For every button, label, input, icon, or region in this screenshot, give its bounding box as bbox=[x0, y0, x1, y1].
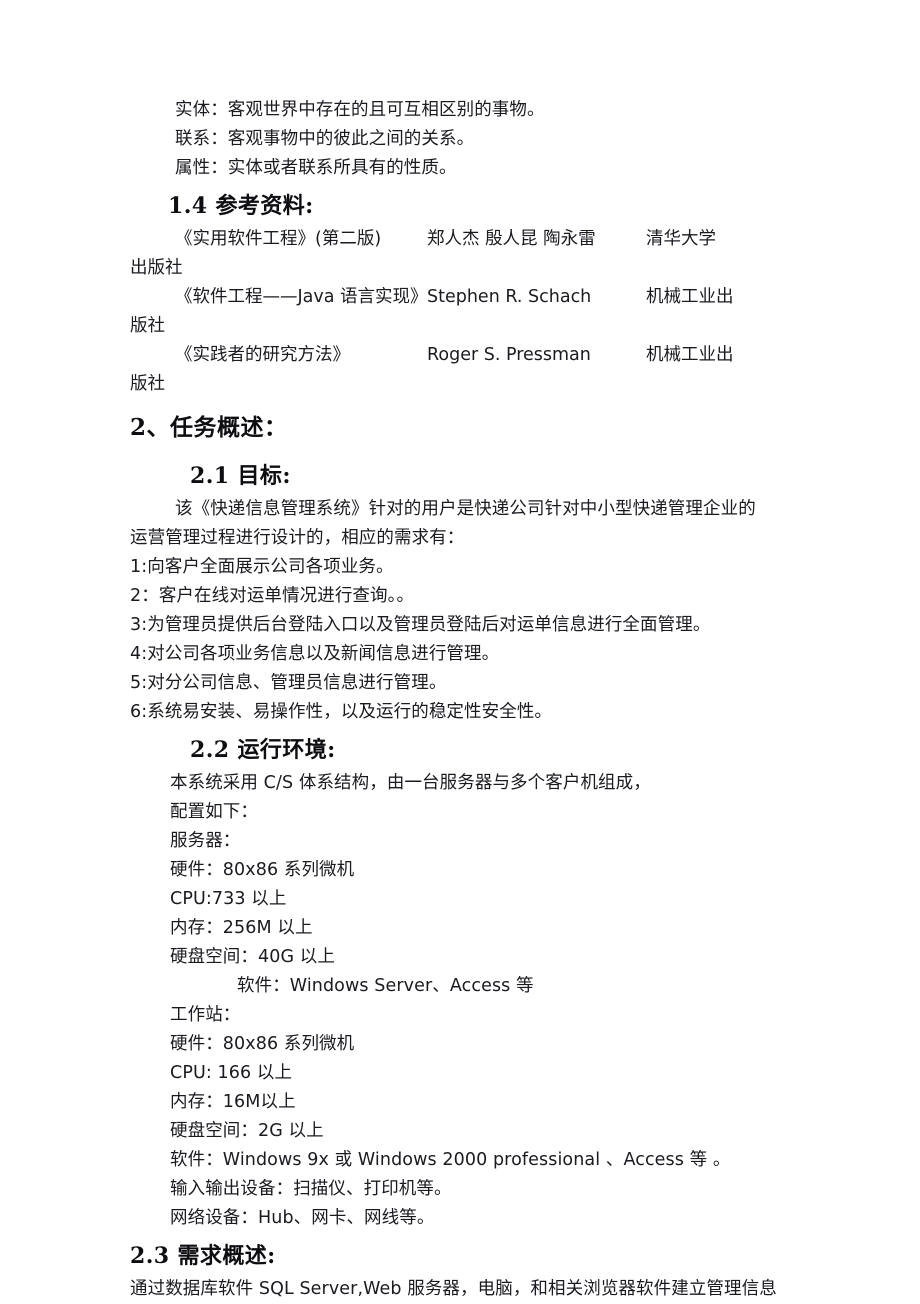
environment-intro-line-2: 配置如下： bbox=[170, 802, 258, 822]
server-label: 服务器： bbox=[170, 831, 241, 851]
reference-title: 《实践者的研究方法》 bbox=[175, 345, 350, 365]
requirements-overview-line-1: 通过数据库软件 SQL Server,Web 服务器，电脑，和相关浏览器软件建立… bbox=[130, 1279, 777, 1299]
workstation-spec-hardware: 硬件：80x86 系列微机 bbox=[170, 1034, 355, 1054]
server-spec-software: 软件：Windows Server、Access 等 bbox=[237, 976, 534, 996]
requirement-item: 1:向客户全面展示公司各项业务。 bbox=[130, 557, 394, 577]
workstation-spec-disk: 硬盘空间：2G 以上 bbox=[170, 1121, 324, 1141]
server-spec-hardware: 硬件：80x86 系列微机 bbox=[170, 860, 355, 880]
reference-publisher: 机械工业出 bbox=[646, 345, 734, 365]
reference-author: Stephen R. Schach bbox=[427, 287, 592, 307]
document-page: 实体：客观世界中存在的且可互相区别的事物。 联系：客观事物中的彼此之间的关系。 … bbox=[0, 0, 920, 1302]
reference-title: 《软件工程——Java 语言实现》 bbox=[175, 287, 428, 307]
reference-row: 《实用软件工程》(第二版) 郑人杰 殷人昆 陶永雷 清华大学 bbox=[130, 225, 802, 254]
workstation-spec-cpu: CPU: 166 以上 bbox=[170, 1063, 293, 1083]
reference-author: 郑人杰 殷人昆 陶永雷 bbox=[427, 229, 596, 249]
workstation-spec-software: 软件：Windows 9x 或 Windows 2000 professiona… bbox=[170, 1150, 731, 1170]
requirement-item: 4:对公司各项业务信息以及新闻信息进行管理。 bbox=[130, 644, 500, 664]
reference-row: 《软件工程——Java 语言实现》Stephen R. Schach 机械工业出 bbox=[130, 283, 802, 312]
server-spec-memory: 内存：256M 以上 bbox=[170, 918, 313, 938]
reference-publisher-wrap: 出版社 bbox=[130, 258, 183, 278]
workstation-spec-network-devices: 网络设备：Hub、网卡、网线等。 bbox=[170, 1208, 435, 1228]
reference-title: 《实用软件工程》(第二版) bbox=[175, 229, 382, 249]
heading-2-1-objective: 2.1 目标: bbox=[190, 463, 291, 489]
server-spec-disk: 硬盘空间：40G 以上 bbox=[170, 947, 335, 967]
heading-2-2-runtime-environment: 2.2 运行环境: bbox=[190, 737, 336, 763]
definition-attribute: 属性：实体或者联系所具有的性质。 bbox=[175, 158, 457, 178]
requirement-item: 2：客户在线对运单情况进行查询。。 bbox=[130, 586, 415, 606]
reference-publisher-wrap: 版社 bbox=[130, 374, 165, 394]
objective-intro-line-2: 运营管理过程进行设计的，相应的需求有： bbox=[130, 528, 465, 548]
definition-entity: 实体：客观世界中存在的且可互相区别的事物。 bbox=[175, 100, 545, 120]
requirement-item: 6:系统易安装、易操作性，以及运行的稳定性安全性。 bbox=[130, 702, 553, 722]
heading-2-3-requirements-overview: 2.3 需求概述: bbox=[130, 1243, 276, 1269]
reference-publisher: 机械工业出 bbox=[646, 287, 734, 307]
definition-relationship: 联系：客观事物中的彼此之间的关系。 bbox=[175, 129, 475, 149]
heading-1-4-references: 1.4 参考资料: bbox=[168, 193, 314, 219]
document-content: 实体：客观世界中存在的且可互相区别的事物。 联系：客观事物中的彼此之间的关系。 … bbox=[130, 96, 802, 1304]
workstation-label: 工作站： bbox=[170, 1005, 241, 1025]
workstation-spec-memory: 内存：16M以上 bbox=[170, 1092, 296, 1112]
environment-intro-line-1: 本系统采用 C/S 体系结构，由一台服务器与多个客户机组成， bbox=[170, 773, 651, 793]
reference-row: 《实践者的研究方法》 Roger S. Pressman 机械工业出 bbox=[130, 341, 802, 370]
requirement-item: 3:为管理员提供后台登陆入口以及管理员登陆后对运单信息进行全面管理。 bbox=[130, 615, 711, 635]
heading-2-task-overview: 2、任务概述： bbox=[130, 414, 288, 441]
server-spec-cpu: CPU:733 以上 bbox=[170, 889, 287, 909]
objective-intro-line-1: 该《快递信息管理系统》针对的用户是快递公司针对中小型快递管理企业的 bbox=[175, 499, 756, 519]
workstation-spec-io-devices: 输入输出设备：扫描仪、打印机等。 bbox=[170, 1179, 452, 1199]
reference-publisher-wrap: 版社 bbox=[130, 316, 165, 336]
reference-author: Roger S. Pressman bbox=[427, 345, 591, 365]
reference-publisher: 清华大学 bbox=[646, 229, 716, 249]
requirement-item: 5:对分公司信息、管理员信息进行管理。 bbox=[130, 673, 447, 693]
